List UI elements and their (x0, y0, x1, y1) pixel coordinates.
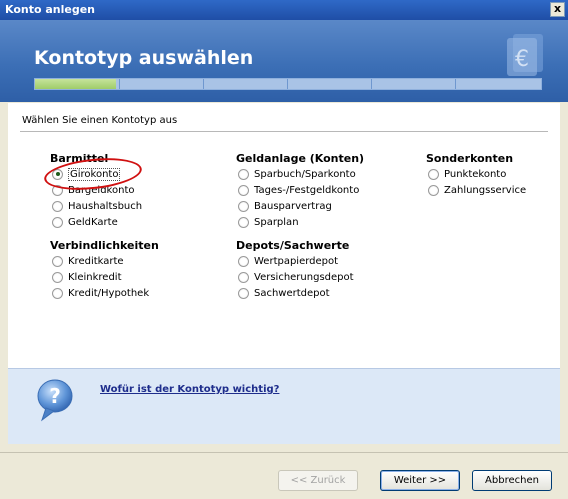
option-label: Tages-/Festgeldkonto (254, 184, 360, 196)
svg-text:€: € (515, 47, 529, 72)
option-label: Versicherungsdepot (254, 271, 354, 283)
close-button[interactable]: x (550, 2, 565, 17)
option-zahlungsservice[interactable]: Zahlungsservice (426, 182, 526, 198)
option-label: Punktekonto (444, 168, 507, 180)
option-versicherungsdepot[interactable]: Versicherungsdepot (236, 269, 354, 285)
progress-segment (371, 79, 372, 89)
cancel-button[interactable]: Abbrechen (472, 470, 552, 491)
option-wertpapierdepot[interactable]: Wertpapierdepot (236, 253, 354, 269)
option-kreditkarte[interactable]: Kreditkarte (50, 253, 159, 269)
progress-fill (35, 79, 116, 89)
divider (20, 131, 548, 132)
help-panel: ? Wofür ist der Kontotyp wichtig? (8, 368, 560, 444)
group-verbindlichkeiten: Verbindlichkeiten Kreditkarte Kleinkredi… (50, 239, 159, 301)
option-punktekonto[interactable]: Punktekonto (426, 166, 526, 182)
euro-card-icon: € (507, 34, 543, 76)
back-button[interactable]: << Zurück (278, 470, 358, 491)
option-label: Kreditkarte (68, 255, 124, 267)
group-sonderkonten: Sonderkonten Punktekonto Zahlungsservice (426, 152, 526, 198)
option-haushaltsbuch[interactable]: Haushaltsbuch (50, 198, 142, 214)
next-button[interactable]: Weiter >> (380, 470, 460, 491)
group-title-geldanlage: Geldanlage (Konten) (236, 152, 365, 165)
footer-divider (0, 452, 568, 453)
option-sparbuch[interactable]: Sparbuch/Sparkonto (236, 166, 364, 182)
svg-text:?: ? (49, 384, 61, 408)
radio-icon[interactable] (238, 287, 249, 299)
option-label: Bausparvertrag (254, 200, 332, 212)
progress-segment (455, 79, 456, 89)
group-title-sonderkonten: Sonderkonten (426, 152, 514, 165)
group-title-depots: Depots/Sachwerte (236, 239, 350, 252)
group-depots: Depots/Sachwerte Wertpapierdepot Versich… (236, 239, 354, 301)
radio-icon[interactable] (52, 255, 63, 267)
option-label: Wertpapierdepot (254, 255, 339, 267)
option-tagesgeld[interactable]: Tages-/Festgeldkonto (236, 182, 364, 198)
option-label: Sparbuch/Sparkonto (254, 168, 356, 180)
page-title: Kontotyp auswählen (34, 47, 254, 69)
radio-icon[interactable] (238, 200, 249, 212)
option-sachwertdepot[interactable]: Sachwertdepot (236, 285, 354, 301)
progress-segment (203, 79, 204, 89)
window-title: Konto anlegen (5, 3, 96, 16)
radio-icon[interactable] (428, 168, 439, 180)
option-label: GeldKarte (68, 216, 118, 228)
group-title-verbindlichkeiten: Verbindlichkeiten (50, 239, 159, 252)
option-kleinkredit[interactable]: Kleinkredit (50, 269, 159, 285)
help-question-icon: ? (37, 379, 73, 422)
radio-icon[interactable] (238, 184, 249, 196)
radio-icon[interactable] (238, 271, 249, 283)
option-label: Zahlungsservice (444, 184, 527, 196)
option-label: Kleinkredit (68, 271, 122, 283)
wizard-header: Kontotyp auswählen € (0, 20, 568, 102)
window-titlebar: Konto anlegen x (0, 0, 568, 20)
radio-icon[interactable] (428, 184, 439, 196)
option-label: Sparplan (254, 216, 299, 228)
option-label: Sachwertdepot (254, 287, 330, 299)
option-sparplan[interactable]: Sparplan (236, 214, 364, 230)
help-link[interactable]: Wofür ist der Kontotyp wichtig? (100, 384, 279, 395)
progress-segment (287, 79, 288, 89)
option-bausparvertrag[interactable]: Bausparvertrag (236, 198, 364, 214)
group-geldanlage: Geldanlage (Konten) Sparbuch/Sparkonto T… (236, 152, 364, 230)
option-label: Kredit/Hypothek (68, 287, 150, 299)
radio-icon[interactable] (52, 287, 63, 299)
progress-segment (119, 79, 120, 89)
radio-icon[interactable] (238, 168, 249, 180)
radio-icon[interactable] (52, 271, 63, 283)
radio-icon[interactable] (238, 255, 249, 267)
radio-icon[interactable] (52, 200, 63, 212)
option-label: Haushaltsbuch (68, 200, 143, 212)
option-kredit-hypothek[interactable]: Kredit/Hypothek (50, 285, 159, 301)
radio-icon[interactable] (238, 216, 249, 228)
option-geldkarte[interactable]: GeldKarte (50, 214, 142, 230)
account-type-panel: Wählen Sie einen Kontotyp aus Barmittel … (8, 103, 560, 368)
radio-icon[interactable] (52, 216, 63, 228)
wizard-progress-bar (34, 78, 542, 90)
instruction-text: Wählen Sie einen Kontotyp aus (22, 115, 178, 126)
